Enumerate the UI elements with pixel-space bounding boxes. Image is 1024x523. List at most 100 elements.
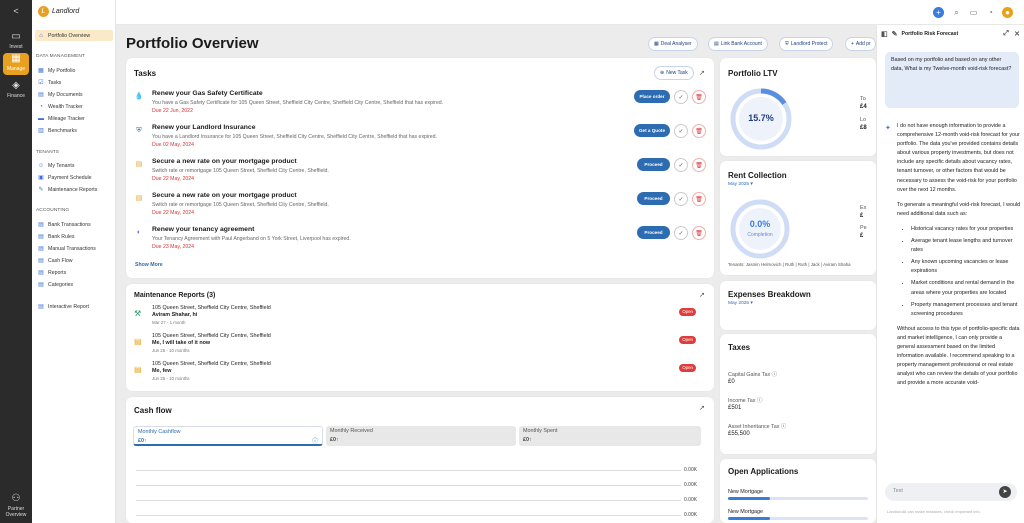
- info-icon[interactable]: ⓘ: [312, 436, 318, 445]
- sidebar-item-reports[interactable]: ▤ Reports: [35, 267, 113, 278]
- add-icon[interactable]: +: [933, 7, 944, 18]
- maintenance-title: Maintenance Reports (3): [134, 292, 216, 299]
- progress-track: [728, 497, 868, 500]
- app-rail: < ▭ Invest ▦ Manage ◈ Finance ⚇ Partner …: [0, 0, 32, 523]
- application-item[interactable]: New Mortgage: [728, 489, 763, 495]
- sidebar-item-label: Tasks: [48, 79, 62, 86]
- sidebar-item-label: Bank Rules: [48, 233, 75, 240]
- sidebar-item-payment-schedule[interactable]: ▣ Payment Schedule: [35, 172, 113, 183]
- sidebar-item-label: Maintenance Reports: [48, 186, 98, 193]
- report-address: 105 Queen Street, Sheffield City Centre,…: [152, 361, 271, 367]
- external-link-icon[interactable]: ↗: [699, 291, 705, 299]
- rail-label: Invest: [9, 44, 23, 50]
- rail-item-manage[interactable]: ▦ Manage: [3, 53, 29, 75]
- close-icon[interactable]: ✕: [1014, 30, 1020, 38]
- sidebar-item-label: My Portfolio: [48, 67, 76, 74]
- task-due: Due 22 May, 2024: [152, 210, 195, 216]
- search-icon[interactable]: ⌕: [951, 7, 962, 18]
- new-task-button[interactable]: ⊕ New Task: [654, 66, 694, 80]
- complete-icon[interactable]: ✓: [674, 124, 688, 138]
- sidebar-item-cash-flow[interactable]: ▤ Cash Flow: [35, 255, 113, 266]
- avatar[interactable]: ●: [1002, 7, 1013, 18]
- month-select[interactable]: May 2025 ▾: [728, 182, 753, 187]
- sidebar-item-benchmarks[interactable]: ▥ Benchmarks: [35, 125, 113, 136]
- sidebar-item-label: Interactive Report: [48, 303, 89, 310]
- rail-item-invest[interactable]: ▭ Invest: [0, 31, 32, 50]
- sidebar-item-tasks[interactable]: ☑ Tasks: [35, 77, 113, 88]
- sidebar-item-bank-rules[interactable]: ▤ Bank Rules: [35, 231, 113, 242]
- status-badge: Open: [679, 364, 696, 372]
- report-author: Aviram Shahar, hi: [152, 312, 198, 318]
- tab-monthly-cashflow[interactable]: Monthly Cashflow £0↑ ⓘ: [133, 426, 323, 446]
- show-more-link[interactable]: Show More: [135, 262, 163, 268]
- complete-icon[interactable]: ✓: [674, 158, 688, 172]
- list-item[interactable]: ▤ 105 Queen Street, Sheffield City Centr…: [134, 333, 704, 357]
- complete-icon[interactable]: ✓: [674, 226, 688, 240]
- delete-icon[interactable]: 🗑: [692, 124, 706, 138]
- delete-icon[interactable]: 🗑: [692, 90, 706, 104]
- sidebar-item-interactive-report[interactable]: ▤ Interactive Report: [35, 301, 113, 312]
- back-icon[interactable]: <: [0, 6, 32, 16]
- expand-icon[interactable]: ⤢: [1003, 30, 1009, 38]
- complete-icon[interactable]: ✓: [674, 90, 688, 104]
- categories-icon: ▤: [38, 282, 44, 288]
- get-quote-button[interactable]: Get a Quote: [634, 124, 670, 137]
- list-item[interactable]: ⚒ 105 Queen Street, Sheffield City Centr…: [134, 305, 704, 329]
- tasks-icon: ☑: [38, 80, 44, 86]
- sidebar-toggle-icon[interactable]: ◧: [881, 30, 888, 38]
- sidebar-item-my-documents[interactable]: ▤ My Documents: [35, 89, 113, 100]
- proceed-button[interactable]: Proceed: [637, 192, 670, 205]
- sidebar-item-mileage-tracker[interactable]: ▬ Mileage Tracker: [35, 113, 113, 124]
- add-property-button[interactable]: + Add pr: [845, 37, 876, 51]
- month-select[interactable]: May 2025 ▾: [728, 301, 753, 306]
- mortgage-icon: ▤: [135, 161, 143, 168]
- sidebar-item-my-tenants[interactable]: ☺ My Tenants: [35, 160, 113, 171]
- inbox-icon[interactable]: ▭: [968, 7, 979, 18]
- mortgage-icon: ▤: [134, 337, 142, 346]
- sidebar-item-bank-transactions[interactable]: ▤ Bank Transactions: [35, 219, 113, 230]
- delete-icon[interactable]: 🗑: [692, 158, 706, 172]
- rail-item-finance[interactable]: ◈ Finance: [0, 80, 32, 99]
- bank-icon: ▤: [38, 222, 44, 228]
- proceed-button[interactable]: Proceed: [637, 158, 670, 171]
- task-item: ▤ Secure a new rate on your mortgage pro…: [134, 192, 706, 222]
- send-icon[interactable]: ➤: [999, 486, 1011, 498]
- external-link-icon[interactable]: ↗: [699, 404, 705, 412]
- delete-icon[interactable]: 🗑: [692, 226, 706, 240]
- sidebar-item-maintenance-reports[interactable]: ✎ Maintenance Reports: [35, 184, 113, 195]
- sidebar-item-my-portfolio[interactable]: ▦ My Portfolio: [35, 65, 113, 76]
- sidebar-item-categories[interactable]: ▤ Categories: [35, 279, 113, 290]
- rail-item-partner-overview[interactable]: ⚇ Partner Overview: [0, 493, 32, 518]
- sidebar-item-label: Manual Transactions: [48, 245, 96, 252]
- tab-monthly-spent[interactable]: Monthly Spent £0↑: [519, 426, 701, 446]
- landlord-protect-button[interactable]: ⛨ Landlord Protect: [779, 37, 834, 51]
- external-link-icon[interactable]: ↗: [699, 69, 705, 77]
- edit-icon[interactable]: ✎: [892, 30, 898, 38]
- sidebar-item-portfolio-overview[interactable]: ⌂ Portfolio Overview: [35, 30, 113, 41]
- deal-analyser-button[interactable]: ▦ Deal Analyser: [648, 37, 698, 51]
- list-item[interactable]: ▤ 105 Queen Street, Sheffield City Centr…: [134, 361, 704, 385]
- cashflow-icon: ▤: [38, 258, 44, 264]
- tab-monthly-received[interactable]: Monthly Received £0↑: [326, 426, 516, 446]
- place-order-button[interactable]: Place order: [634, 90, 670, 103]
- complete-icon[interactable]: ✓: [674, 192, 688, 206]
- rent-side-value: £: [860, 213, 864, 219]
- notifications-icon[interactable]: ◔: [985, 7, 996, 18]
- rent-card: Rent Collection May 2025 ▾ 0.0% Completi…: [720, 161, 876, 275]
- wealth-icon: ◔: [39, 103, 43, 110]
- page-title: Portfolio Overview: [126, 35, 259, 52]
- manual-icon: ▤: [38, 246, 44, 252]
- application-item[interactable]: New Mortgage: [728, 509, 763, 515]
- delete-icon[interactable]: 🗑: [692, 192, 706, 206]
- task-item: ◐ Renew your tenancy agreement Your Tena…: [134, 226, 706, 256]
- task-desc: You have a Gas Safety Certificate for 10…: [152, 100, 444, 106]
- ltv-value: 15.7%: [748, 113, 774, 123]
- brand[interactable]: L Landlord: [38, 6, 79, 17]
- ltv-side-value: £4: [860, 104, 867, 110]
- proceed-button[interactable]: Proceed: [637, 226, 670, 239]
- link-bank-account-button[interactable]: ▤ Link Bank Account: [708, 37, 768, 51]
- chat-input[interactable]: Text ➤: [885, 483, 1017, 501]
- task-desc: Switch rate or remortgage 105 Queen Stre…: [152, 168, 329, 174]
- sidebar-item-wealth-tracker[interactable]: ◔ Wealth Tracker: [35, 101, 113, 112]
- sidebar-item-manual-transactions[interactable]: ▤ Manual Transactions: [35, 243, 113, 254]
